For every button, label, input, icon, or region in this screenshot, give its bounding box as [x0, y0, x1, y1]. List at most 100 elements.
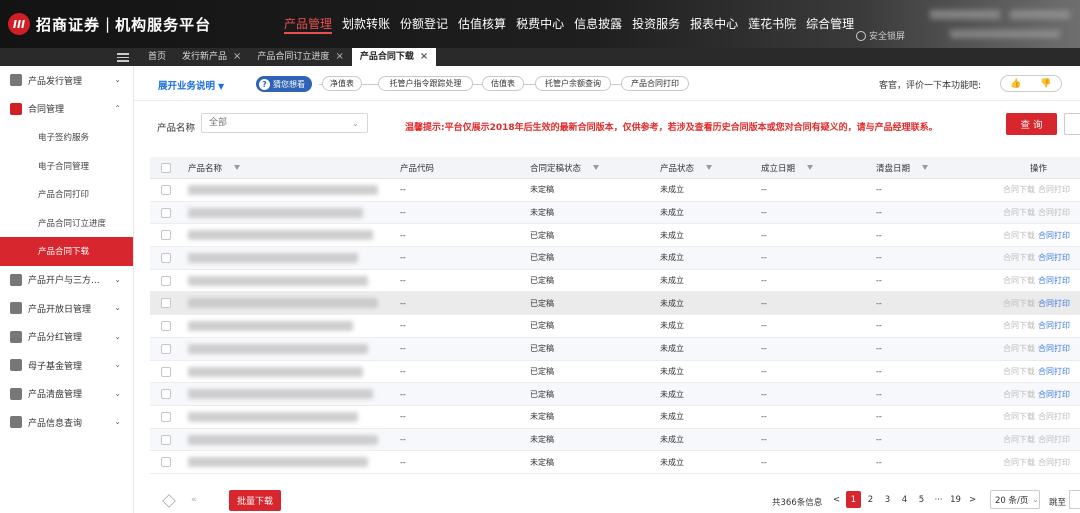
- thumb-down-icon[interactable]: 👎: [1031, 76, 1061, 91]
- row-checkbox[interactable]: [161, 275, 171, 286]
- contract-download-link[interactable]: 合同下载: [1003, 366, 1035, 377]
- table-row[interactable]: -- 已定稿 未成立 -- -- 合同下载 合同打印: [150, 315, 1080, 338]
- top-nav-item[interactable]: 信息披露: [574, 14, 622, 34]
- top-nav-item[interactable]: 税费中心: [516, 14, 564, 34]
- sidebar-group[interactable]: 合同管理 ⌃: [0, 95, 133, 124]
- table-row[interactable]: -- 已定稿 未成立 -- -- 合同下载 合同打印: [150, 383, 1080, 406]
- table-row[interactable]: -- 未定稿 未成立 -- -- 合同下载 合同打印: [150, 405, 1080, 429]
- tab-item[interactable]: 首页: [140, 48, 174, 66]
- row-checkbox[interactable]: [161, 457, 171, 468]
- row-checkbox[interactable]: [161, 230, 171, 241]
- contract-download-link[interactable]: 合同下载: [1003, 389, 1035, 400]
- brand-logo[interactable]: III 招商证券 | 机构服务平台: [8, 13, 211, 35]
- contract-print-link[interactable]: 合同打印: [1038, 389, 1070, 400]
- query-button[interactable]: 查 询: [1006, 113, 1057, 135]
- top-nav-item[interactable]: 产品管理: [284, 14, 333, 34]
- contract-download-link[interactable]: 合同下载: [1003, 207, 1035, 218]
- close-icon[interactable]: ×: [233, 48, 241, 66]
- sidebar-group[interactable]: 产品信息查询 ⌄: [0, 408, 133, 437]
- contract-download-link[interactable]: 合同下载: [1003, 411, 1035, 422]
- page-number[interactable]: 1: [846, 491, 861, 508]
- related-function-pill[interactable]: 估值表: [482, 76, 524, 91]
- sidebar-sub-item[interactable]: 产品合同打印: [0, 180, 133, 209]
- tab-item[interactable]: 发行新产品 ×: [174, 48, 249, 66]
- row-checkbox[interactable]: [161, 321, 171, 332]
- contract-print-link[interactable]: 合同打印: [1038, 298, 1070, 309]
- product-name-select[interactable]: [201, 113, 368, 133]
- filter-icon[interactable]: [922, 165, 929, 170]
- row-checkbox[interactable]: [161, 434, 171, 445]
- table-row[interactable]: -- 未定稿 未成立 -- -- 合同下载 合同打印: [150, 451, 1080, 474]
- filter-icon[interactable]: [234, 165, 241, 170]
- top-nav-item[interactable]: 综合管理: [806, 14, 854, 34]
- sidebar-group[interactable]: 产品开户与三方... ⌄: [0, 266, 133, 295]
- contract-print-link[interactable]: 合同打印: [1038, 252, 1070, 263]
- contract-print-link[interactable]: 合同打印: [1038, 457, 1070, 468]
- contract-print-link[interactable]: 合同打印: [1038, 411, 1070, 422]
- row-checkbox[interactable]: [161, 389, 171, 400]
- contract-download-link[interactable]: 合同下载: [1003, 434, 1035, 445]
- table-row[interactable]: -- 已定稿 未成立 -- -- 合同下载 合同打印: [150, 292, 1080, 316]
- table-row[interactable]: -- 未定稿 未成立 -- -- 合同下载 合同打印: [150, 428, 1080, 452]
- menu-toggle-icon[interactable]: [117, 51, 129, 63]
- sidebar-group[interactable]: 产品清盘管理 ⌄: [0, 380, 133, 409]
- sidebar-sub-item[interactable]: 电子签约服务: [0, 123, 133, 152]
- next-page-icon[interactable]: >: [965, 491, 980, 508]
- table-row[interactable]: -- 已定稿 未成立 -- -- 合同下载 合同打印: [150, 269, 1080, 293]
- contract-download-link[interactable]: 合同下载: [1003, 275, 1035, 286]
- related-function-pill[interactable]: 托管户余额查询: [535, 76, 611, 91]
- tab-item[interactable]: 产品合同订立进度 ×: [249, 48, 351, 66]
- collapse-arrow-icon[interactable]: «: [191, 495, 197, 505]
- sidebar-group[interactable]: 产品分红管理 ⌄: [0, 323, 133, 352]
- filter-icon[interactable]: [706, 165, 713, 170]
- top-nav-item[interactable]: 莲花书院: [748, 14, 796, 34]
- close-icon[interactable]: ×: [335, 48, 343, 66]
- contract-print-link[interactable]: 合同打印: [1038, 207, 1070, 218]
- batch-download-button[interactable]: 批量下载: [229, 490, 281, 511]
- row-checkbox[interactable]: [161, 298, 171, 309]
- page-number[interactable]: 5: [914, 491, 929, 508]
- expand-business-desc-dropdown[interactable]: 展开业务说明 ▼: [158, 78, 224, 92]
- table-row[interactable]: -- 已定稿 未成立 -- -- 合同下载 合同打印: [150, 337, 1080, 361]
- contract-print-link[interactable]: 合同打印: [1038, 184, 1070, 195]
- sidebar-group[interactable]: 产品发行管理 ⌄: [0, 66, 133, 95]
- contract-print-link[interactable]: 合同打印: [1038, 366, 1070, 377]
- page-size-select[interactable]: 20 条/页 ⌄: [990, 490, 1040, 509]
- thumb-up-icon[interactable]: 👍: [1001, 76, 1031, 91]
- sidebar-group[interactable]: 产品开放日管理 ⌄: [0, 294, 133, 323]
- table-row[interactable]: -- 已定稿 未成立 -- -- 合同下载 合同打印: [150, 247, 1080, 270]
- contract-download-link[interactable]: 合同下载: [1003, 252, 1035, 263]
- top-nav-item[interactable]: 报表中心: [690, 14, 738, 34]
- contract-print-link[interactable]: 合同打印: [1038, 275, 1070, 286]
- sidebar-sub-item[interactable]: 电子合同管理: [0, 152, 133, 181]
- contract-print-link[interactable]: 合同打印: [1038, 320, 1070, 331]
- select-all-checkbox[interactable]: [161, 163, 171, 173]
- contract-download-link[interactable]: 合同下载: [1003, 230, 1035, 241]
- top-nav-item[interactable]: 份额登记: [400, 14, 448, 34]
- contract-download-link[interactable]: 合同下载: [1003, 184, 1035, 195]
- filter-icon[interactable]: [593, 165, 600, 170]
- table-row[interactable]: -- 已定稿 未成立 -- -- 合同下载 合同打印: [150, 224, 1080, 248]
- row-checkbox[interactable]: [161, 207, 171, 218]
- close-icon[interactable]: ×: [420, 48, 428, 66]
- contract-download-link[interactable]: 合同下载: [1003, 343, 1035, 354]
- row-checkbox[interactable]: [161, 253, 171, 264]
- contract-download-link[interactable]: 合同下载: [1003, 320, 1035, 331]
- page-number[interactable]: 3: [880, 491, 895, 508]
- row-checkbox[interactable]: [161, 366, 171, 377]
- table-row[interactable]: -- 已定稿 未成立 -- -- 合同下载 合同打印: [150, 360, 1080, 384]
- contract-print-link[interactable]: 合同打印: [1038, 343, 1070, 354]
- goto-page-input[interactable]: [1069, 490, 1080, 509]
- page-ellipsis[interactable]: ···: [931, 491, 946, 508]
- contract-download-link[interactable]: 合同下载: [1003, 457, 1035, 468]
- top-nav-item[interactable]: 划款转账: [342, 14, 390, 34]
- guess-you-want-pill[interactable]: ? 猜您想看: [256, 76, 312, 92]
- page-number[interactable]: 2: [863, 491, 878, 508]
- related-function-pill[interactable]: 托管户指令跟踪处理: [378, 76, 473, 91]
- reset-button[interactable]: [1064, 113, 1080, 135]
- row-checkbox[interactable]: [161, 185, 171, 195]
- top-nav-item[interactable]: 估值核算: [458, 14, 506, 34]
- related-function-pill[interactable]: 净值表: [322, 76, 362, 91]
- contract-download-link[interactable]: 合同下载: [1003, 298, 1035, 309]
- sidebar-sub-item[interactable]: 产品合同订立进度: [0, 209, 133, 238]
